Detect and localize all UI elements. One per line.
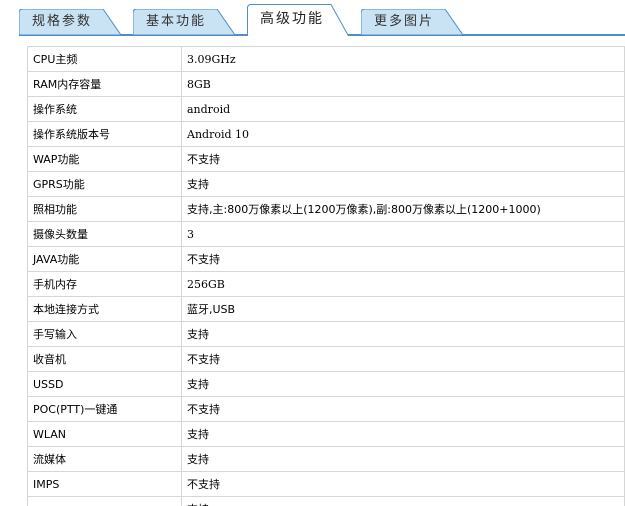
spec-value: 支持 (181, 496, 625, 506)
spec-value: 不支持 (181, 346, 625, 372)
spec-value: 不支持 (181, 146, 625, 172)
table-row: 支持 (27, 496, 625, 506)
spec-key: IMPS (27, 471, 182, 497)
table-row: 流媒体 支持 (27, 446, 625, 472)
spec-value: 支持,主:800万像素以上(1200万像素),副:800万像素以上(1200+1… (181, 196, 625, 222)
table-row: USSD 支持 (27, 371, 625, 397)
table-row: WAP功能 不支持 (27, 146, 625, 172)
spec-key: USSD (27, 371, 182, 397)
table-row: POC(PTT)一键通 不支持 (27, 396, 625, 422)
spec-value: 支持 (181, 171, 625, 197)
table-row: 照相功能 支持,主:800万像素以上(1200万像素),副:800万像素以上(1… (27, 196, 625, 222)
tab-label: 高级功能 (260, 11, 324, 27)
spec-key: 手写输入 (27, 321, 182, 347)
spec-key: RAM内存容量 (27, 71, 182, 97)
table-row: CPU主频 3.09GHz (27, 46, 625, 72)
spec-value: 蓝牙,USB (181, 296, 625, 322)
spec-value: 不支持 (181, 396, 625, 422)
spec-key: CPU主频 (27, 46, 182, 72)
spec-key: WAP功能 (27, 146, 182, 172)
spec-key: WLAN (27, 421, 182, 447)
tab-bar: 规格参数 基本功能 高级功能 更多图片 (0, 0, 625, 36)
table-row: 收音机 不支持 (27, 346, 625, 372)
tab-label: 更多图片 (374, 14, 435, 29)
spec-value: 不支持 (181, 246, 625, 272)
spec-value: 不支持 (181, 471, 625, 497)
table-row: RAM内存容量 8GB (27, 71, 625, 97)
tab-specs[interactable]: 规格参数 (19, 9, 121, 35)
spec-key: 手机内存 (27, 271, 182, 297)
spec-key: GPRS功能 (27, 171, 182, 197)
table-row: IMPS 不支持 (27, 471, 625, 497)
spec-key: JAVA功能 (27, 246, 182, 272)
table-row: 手写输入 支持 (27, 321, 625, 347)
table-row: GPRS功能 支持 (27, 171, 625, 197)
spec-value: 256GB (181, 271, 625, 297)
spec-value: 3.09GHz (181, 46, 625, 72)
table-row: 本地连接方式 蓝牙,USB (27, 296, 625, 322)
spec-value: Android 10 (181, 121, 625, 147)
spec-key: 本地连接方式 (27, 296, 182, 322)
spec-page: 规格参数 基本功能 高级功能 更多图片 CPU主频 3.09GHz RAM内存容… (0, 0, 625, 506)
table-row: 摄像头数量 3 (27, 221, 625, 247)
spec-value: 支持 (181, 421, 625, 447)
spec-value: 3 (181, 221, 625, 247)
spec-value: 8GB (181, 71, 625, 97)
tab-label: 规格参数 (32, 14, 93, 29)
tab-label: 基本功能 (146, 14, 207, 29)
spec-table: CPU主频 3.09GHz RAM内存容量 8GB 操作系统 android 操… (27, 46, 625, 506)
tab-advanced-functions[interactable]: 高级功能 (247, 4, 349, 36)
table-row: 操作系统版本号 Android 10 (27, 121, 625, 147)
spec-key: 摄像头数量 (27, 221, 182, 247)
table-row: 操作系统 android (27, 96, 625, 122)
spec-key: POC(PTT)一键通 (27, 396, 182, 422)
table-row: 手机内存 256GB (27, 271, 625, 297)
spec-value: android (181, 96, 625, 122)
tab-basic-functions[interactable]: 基本功能 (133, 9, 235, 35)
spec-key: 流媒体 (27, 446, 182, 472)
spec-value: 支持 (181, 371, 625, 397)
spec-key (27, 496, 182, 506)
spec-key: 收音机 (27, 346, 182, 372)
spec-key: 照相功能 (27, 196, 182, 222)
spec-value: 支持 (181, 446, 625, 472)
table-row: JAVA功能 不支持 (27, 246, 625, 272)
table-row: WLAN 支持 (27, 421, 625, 447)
spec-key: 操作系统版本号 (27, 121, 182, 147)
spec-value: 支持 (181, 321, 625, 347)
spec-key: 操作系统 (27, 96, 182, 122)
tab-more-images[interactable]: 更多图片 (361, 9, 463, 35)
